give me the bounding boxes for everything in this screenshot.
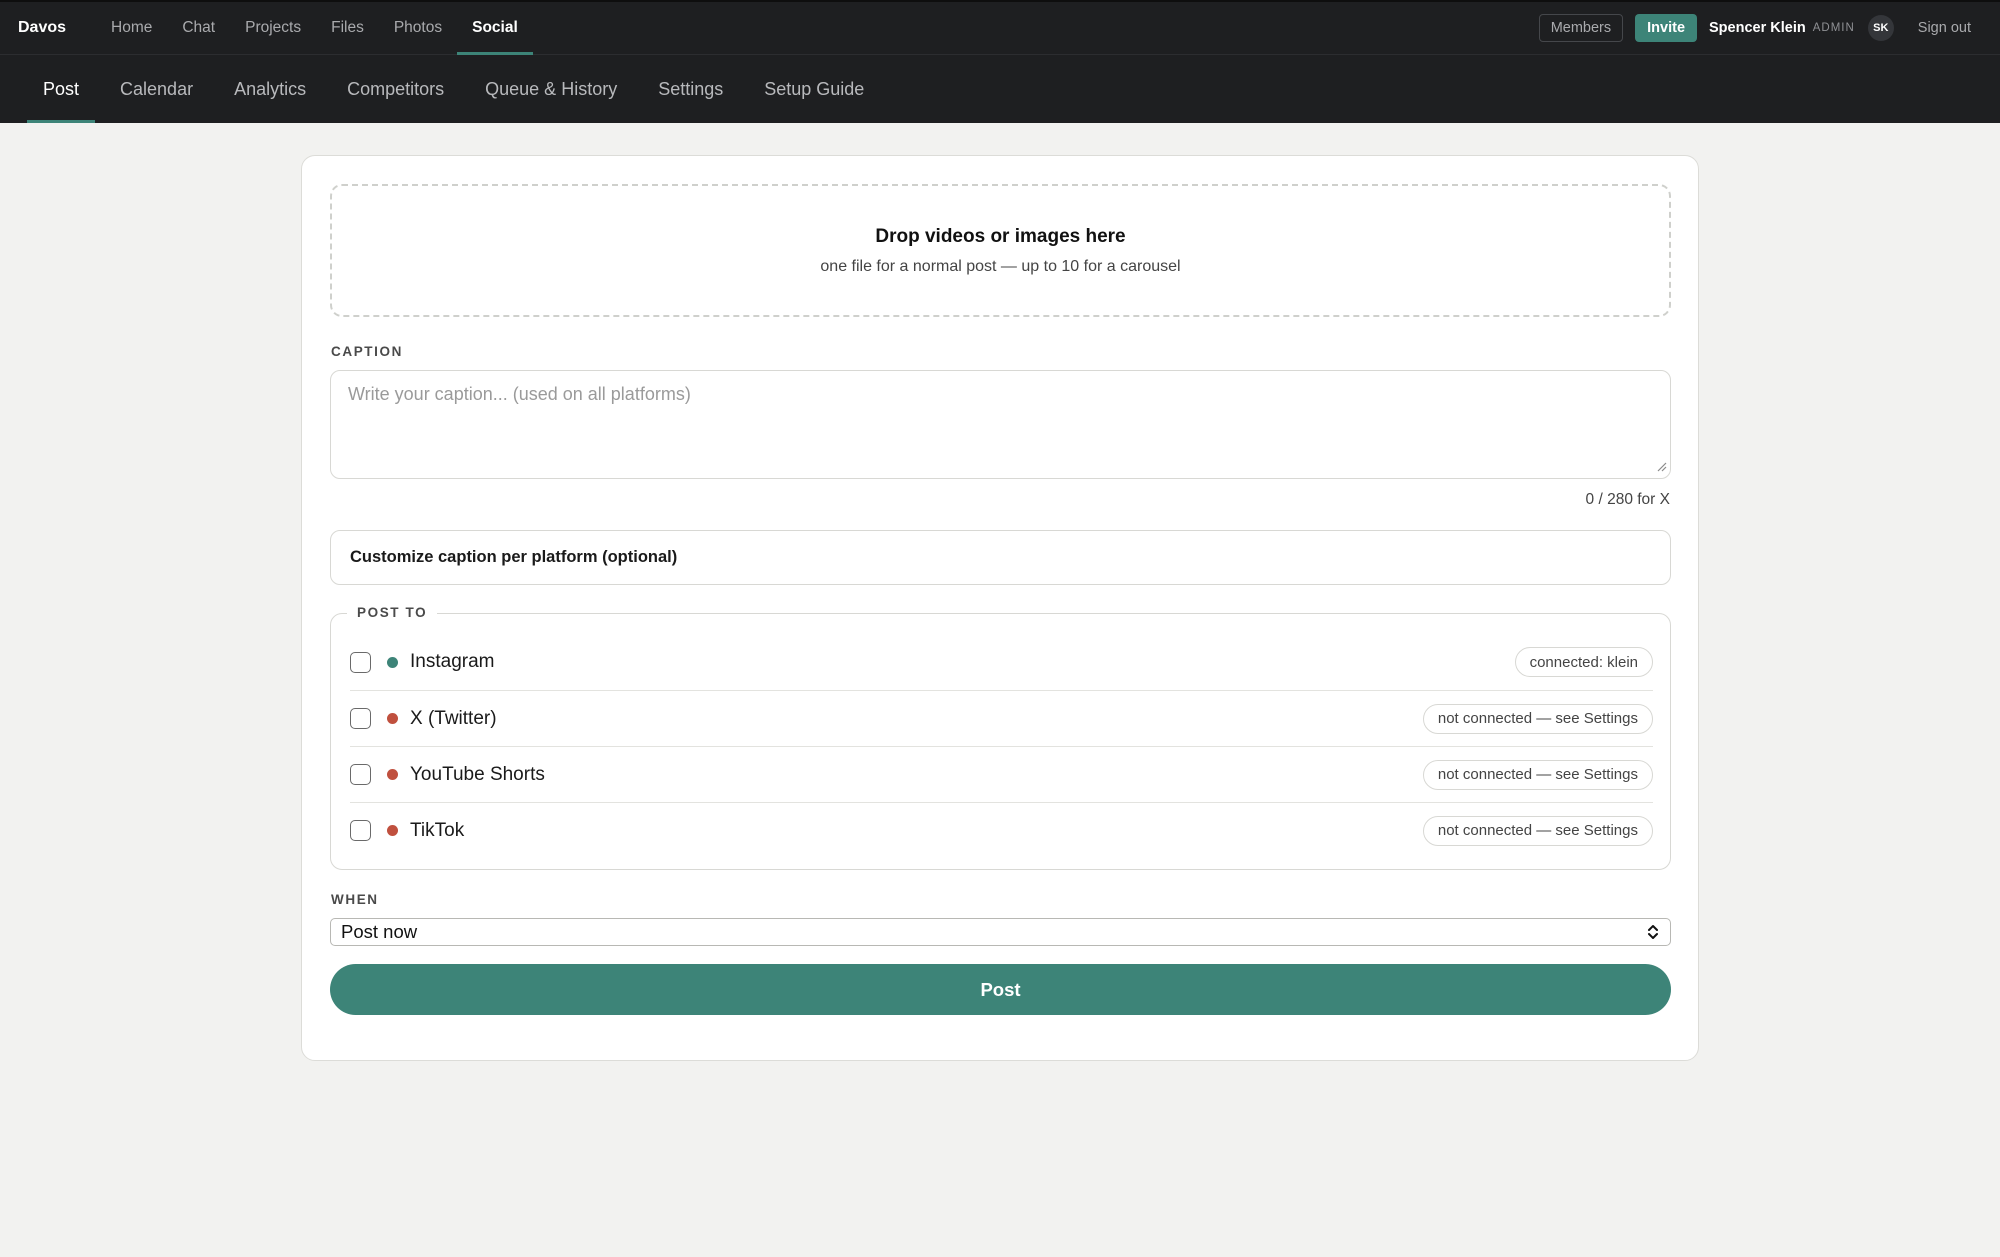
caption-char-count: 0 / 280 for X [1585,491,1670,508]
topnav-social[interactable]: Social [457,2,533,55]
platform-row-x-twitter[interactable]: X (Twitter) not connected — see Settings [350,690,1653,746]
compose-card: Drop videos or images here one file for … [301,155,1699,1061]
disconnected-status-dot-icon [387,713,398,724]
post-to-label: POST TO [347,605,438,620]
topnav-photos[interactable]: Photos [379,2,457,54]
chevron-up-down-icon [1648,925,1658,939]
disconnected-status-dot-icon [387,825,398,836]
tab-analytics[interactable]: Analytics [218,55,322,123]
connection-status-badge: not connected — see Settings [1422,759,1653,790]
social-sub-nav: Post Calendar Analytics Competitors Queu… [0,55,2000,123]
tab-setup-guide[interactable]: Setup Guide [748,55,880,123]
platform-row-instagram[interactable]: Instagram connected: klein [350,634,1653,690]
members-button[interactable]: Members [1538,14,1624,42]
user-area: Members Invite Spencer Klein ADMIN SK Si… [1538,2,1971,54]
sign-out-link[interactable]: Sign out [1918,20,1971,36]
when-label: WHEN [331,892,379,907]
caption-input[interactable] [330,370,1671,479]
customize-per-platform-toggle[interactable]: Customize caption per platform (optional… [330,530,1671,585]
caption-label: CAPTION [331,344,403,359]
brand-logo[interactable]: Davos [18,19,78,37]
post-button[interactable]: Post [330,964,1671,1015]
connection-status-badge: not connected — see Settings [1422,703,1653,734]
dropzone-title: Drop videos or images here [875,225,1126,247]
instagram-checkbox[interactable] [350,651,371,673]
media-dropzone[interactable]: Drop videos or images here one file for … [330,184,1671,317]
disconnected-status-dot-icon [387,769,398,780]
when-selected-value: Post now [341,921,418,942]
top-bar: Davos Home Chat Projects Files Photos So… [0,0,2000,55]
tiktok-checkbox[interactable] [350,820,371,841]
role-badge: ADMIN [1812,22,1855,34]
platform-name: X (Twitter) [410,707,497,729]
platform-name: Instagram [410,651,495,672]
platform-name: TikTok [410,819,465,841]
top-nav: Home Chat Projects Files Photos Social [96,2,533,55]
x-twitter-checkbox[interactable] [350,708,371,729]
connected-status-dot-icon [387,656,398,668]
platform-row-tiktok[interactable]: TikTok not connected — see Settings [350,802,1653,858]
connection-status-badge: connected: klein [1514,647,1653,677]
tab-settings[interactable]: Settings [642,55,739,123]
invite-button[interactable]: Invite [1635,14,1698,42]
youtube-shorts-checkbox[interactable] [350,764,371,785]
resize-handle-icon[interactable] [1655,460,1667,472]
user-name: Spencer Klein [1709,20,1806,36]
connection-status-badge: not connected — see Settings [1422,815,1653,846]
topnav-files[interactable]: Files [316,2,379,54]
topnav-chat[interactable]: Chat [167,2,230,54]
tab-competitors[interactable]: Competitors [331,55,460,123]
topnav-projects[interactable]: Projects [230,2,316,54]
post-to-group: POST TO Instagram connected: klein X (Tw… [330,605,1671,870]
platform-name: YouTube Shorts [410,763,545,785]
dropzone-subtitle: one file for a normal post — up to 10 fo… [820,257,1181,275]
when-select[interactable]: Post now [330,918,1671,946]
tab-post[interactable]: Post [27,55,96,123]
platform-row-youtube-shorts[interactable]: YouTube Shorts not connected — see Setti… [350,746,1653,802]
tab-calendar[interactable]: Calendar [104,55,209,123]
tab-queue-history[interactable]: Queue & History [469,55,633,123]
topnav-home[interactable]: Home [96,2,167,54]
avatar[interactable]: SK [1867,15,1894,41]
